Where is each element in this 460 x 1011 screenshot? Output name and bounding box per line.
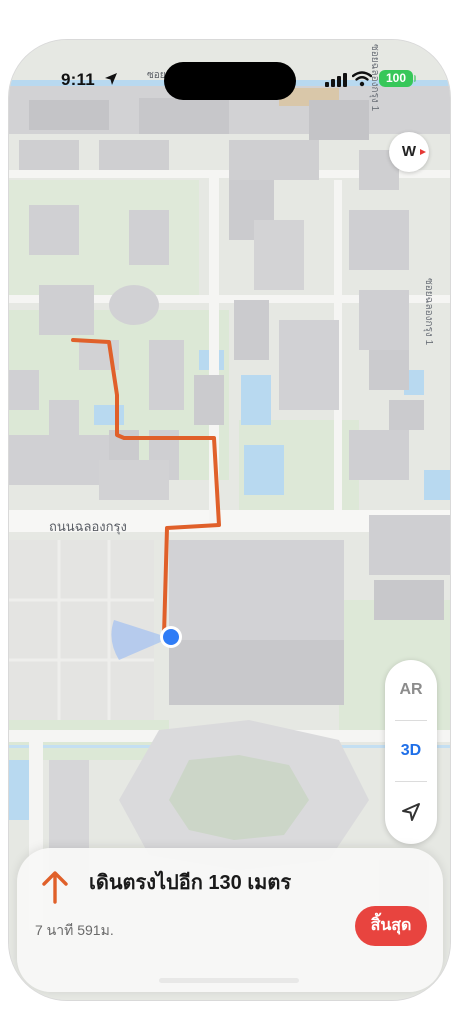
status-bar: 9:11 100: [9, 40, 450, 120]
home-indicator[interactable]: [159, 978, 299, 983]
eta-summary: 7 นาที 591ม.: [35, 922, 114, 938]
map-controls: AR 3D: [385, 660, 437, 844]
ar-button[interactable]: AR: [385, 660, 437, 720]
clock: 9:11: [61, 70, 95, 89]
dynamic-island: [164, 62, 296, 100]
navigation-card: เดินตรงไปอีก 130 เมตร 7 นาที 591ม. สิ้นส…: [17, 848, 443, 992]
street-label-main: ถนนฉลองกรุง: [49, 519, 127, 534]
location-arrow-icon: [402, 803, 420, 821]
compass-button[interactable]: W: [389, 132, 429, 172]
cellular-signal-icon: [325, 73, 347, 87]
wifi-icon: [352, 71, 372, 87]
turn-instruction: เดินตรงไปอีก 130 เมตร: [89, 872, 292, 894]
battery-tip: [414, 75, 416, 82]
phone-screen: ถนนฉลองกรุง ซอยฉลองกรุง 1 ซอยฉลองกรุง 1 …: [9, 40, 450, 1000]
battery-indicator: 100: [379, 70, 413, 87]
arrow-up-icon: [42, 871, 68, 904]
end-route-button[interactable]: สิ้นสุด: [355, 906, 427, 946]
recenter-button[interactable]: [385, 782, 437, 842]
compass-north-marker: [420, 149, 426, 155]
location-services-icon: [105, 73, 117, 85]
view-3d-button[interactable]: 3D: [385, 721, 437, 781]
street-label-right: ซอยฉลองกรุง 1: [423, 278, 434, 346]
